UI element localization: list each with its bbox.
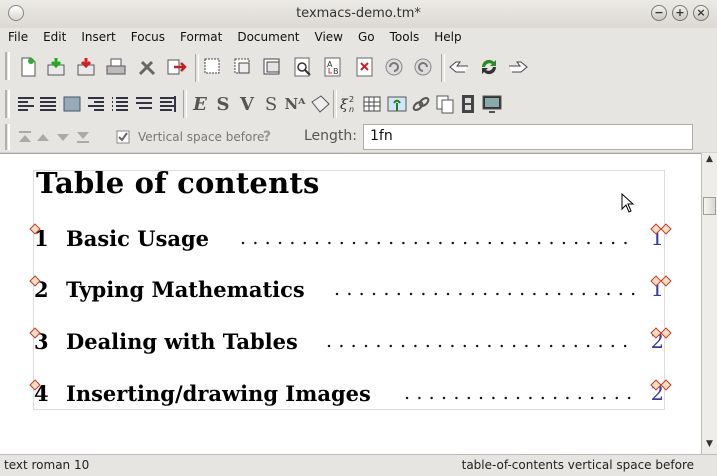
- svg-text:B: B: [333, 67, 339, 76]
- menu-help[interactable]: Help: [426, 28, 468, 44]
- window-title: texmacs-demo.tm*: [296, 6, 421, 21]
- math-icon[interactable]: ξ2n: [338, 93, 360, 115]
- toolbar-separator: [195, 54, 199, 82]
- table-icon[interactable]: [361, 93, 383, 115]
- toolbar-grip[interactable]: [5, 52, 10, 80]
- menu-bar: File Edit Insert Focus Format Document View Go T…: [0, 28, 717, 48]
- vspace-checkbox-icon[interactable]: [112, 126, 134, 148]
- menu-file[interactable]: File: [0, 28, 35, 44]
- link-icon[interactable]: [410, 93, 432, 115]
- toolbar-separator: [183, 90, 187, 118]
- status-context: table-of-contents vertical space before: [461, 458, 694, 472]
- toc-title: Inserting/drawing Images: [66, 381, 371, 406]
- status-bar: text roman 10 table-of-contents vertical…: [0, 454, 717, 476]
- menu-format[interactable]: Format: [172, 28, 229, 44]
- replace-icon[interactable]: AB: [322, 56, 344, 78]
- cut-icon[interactable]: [232, 56, 254, 78]
- animation-icon[interactable]: [457, 93, 479, 115]
- format-toolbar: E S V S Nᴬ ξ2n: [0, 86, 717, 122]
- menu-edit[interactable]: Edit: [35, 28, 73, 44]
- menu-go[interactable]: Go: [350, 28, 382, 44]
- svg-text:2: 2: [349, 95, 354, 104]
- copy-pages-icon[interactable]: [434, 93, 456, 115]
- back-hand-icon[interactable]: [448, 56, 470, 78]
- mouse-pointer-icon: [621, 193, 635, 213]
- vertical-scrollbar[interactable]: ▲ ▼: [701, 153, 717, 454]
- toc-title: Basic Usage: [66, 226, 210, 251]
- menu-tools[interactable]: Tools: [382, 28, 427, 44]
- toolbar-separator: [333, 90, 337, 118]
- main-toolbar: AB: [0, 48, 717, 86]
- menu-focus[interactable]: Focus: [123, 28, 172, 44]
- search-icon[interactable]: [292, 56, 314, 78]
- previous-icon[interactable]: [32, 126, 54, 148]
- scroll-up-icon[interactable]: ▲: [703, 154, 716, 168]
- svg-text:n: n: [349, 105, 354, 114]
- toolbar-separator: [441, 54, 445, 82]
- align-left-icon[interactable]: [15, 93, 37, 115]
- maximize-button[interactable]: +: [672, 5, 688, 21]
- align-right-icon[interactable]: [85, 93, 107, 115]
- enumerate-icon[interactable]: [133, 93, 155, 115]
- toc-entry[interactable]: 1 Basic Usage ..........................…: [34, 226, 670, 258]
- toc-entry[interactable]: 4 Inserting/drawing Images .............…: [34, 381, 670, 413]
- paste-icon[interactable]: [261, 56, 283, 78]
- screen-icon[interactable]: [481, 93, 503, 115]
- toc-entry[interactable]: 2 Typing Mathematics ...................…: [34, 277, 670, 309]
- emphasize-icon[interactable]: E: [189, 93, 211, 115]
- minimize-button[interactable]: −: [651, 5, 667, 21]
- length-label: Length:: [304, 128, 358, 144]
- forward-hand-icon[interactable]: [507, 56, 529, 78]
- last-icon[interactable]: [72, 126, 94, 148]
- scroll-thumb[interactable]: [703, 197, 716, 215]
- refresh-icon[interactable]: [478, 56, 500, 78]
- toc-title: Typing Mathematics: [66, 277, 305, 302]
- scroll-down-icon[interactable]: ▼: [703, 439, 716, 453]
- export-icon[interactable]: [165, 56, 187, 78]
- toc-entry[interactable]: 3 Dealing with Tables ..................…: [34, 329, 670, 361]
- toolbar-grip[interactable]: [5, 124, 10, 150]
- spell-check-icon[interactable]: [354, 56, 376, 78]
- tag-icon[interactable]: [309, 93, 331, 115]
- menu-document[interactable]: Document: [229, 28, 306, 44]
- vspace-label: Vertical space before: [138, 130, 265, 144]
- name-icon[interactable]: Nᴬ: [284, 93, 306, 115]
- toc-title: Dealing with Tables: [66, 329, 298, 354]
- next-icon[interactable]: [52, 126, 74, 148]
- save-icon[interactable]: [75, 56, 97, 78]
- menu-insert[interactable]: Insert: [73, 28, 122, 44]
- toolbar-grip[interactable]: [5, 90, 10, 118]
- open-icon[interactable]: [45, 56, 67, 78]
- itemize-icon[interactable]: [109, 93, 131, 115]
- length-input[interactable]: 1fn: [363, 124, 693, 150]
- strong-icon[interactable]: S: [212, 93, 234, 115]
- image-icon[interactable]: [386, 93, 408, 115]
- print-icon[interactable]: [105, 56, 127, 78]
- new-document-icon[interactable]: [17, 56, 39, 78]
- toc-leader: ........................................…: [240, 227, 636, 249]
- status-font: text roman 10: [4, 458, 90, 472]
- help-icon[interactable]: ?: [256, 126, 278, 148]
- undo-icon[interactable]: [383, 56, 405, 78]
- toc-leader: ........................................…: [404, 382, 636, 404]
- document-title[interactable]: Table of contents: [36, 166, 320, 200]
- focus-toolbar: Vertical space before ? Length: 1fn: [0, 122, 717, 152]
- toc-leader: ........................................…: [334, 278, 636, 300]
- menu-view[interactable]: View: [307, 28, 350, 44]
- align-center-icon[interactable]: [61, 93, 83, 115]
- align-justify-icon[interactable]: [37, 93, 59, 115]
- toc-leader: ........................................…: [326, 330, 636, 352]
- verbatim-icon[interactable]: V: [236, 93, 258, 115]
- copy-icon[interactable]: [202, 56, 224, 78]
- svg-text:ξ: ξ: [340, 97, 349, 113]
- description-icon[interactable]: [157, 93, 179, 115]
- preferences-icon[interactable]: [136, 56, 158, 78]
- redo-icon[interactable]: [412, 56, 434, 78]
- title-bar: texmacs-demo.tm* − + ×: [0, 0, 717, 29]
- document-canvas[interactable]: Table of contents 1 Basic Usage ........…: [0, 153, 701, 455]
- close-button[interactable]: ×: [693, 5, 709, 21]
- sans-serif-icon[interactable]: S: [260, 93, 282, 115]
